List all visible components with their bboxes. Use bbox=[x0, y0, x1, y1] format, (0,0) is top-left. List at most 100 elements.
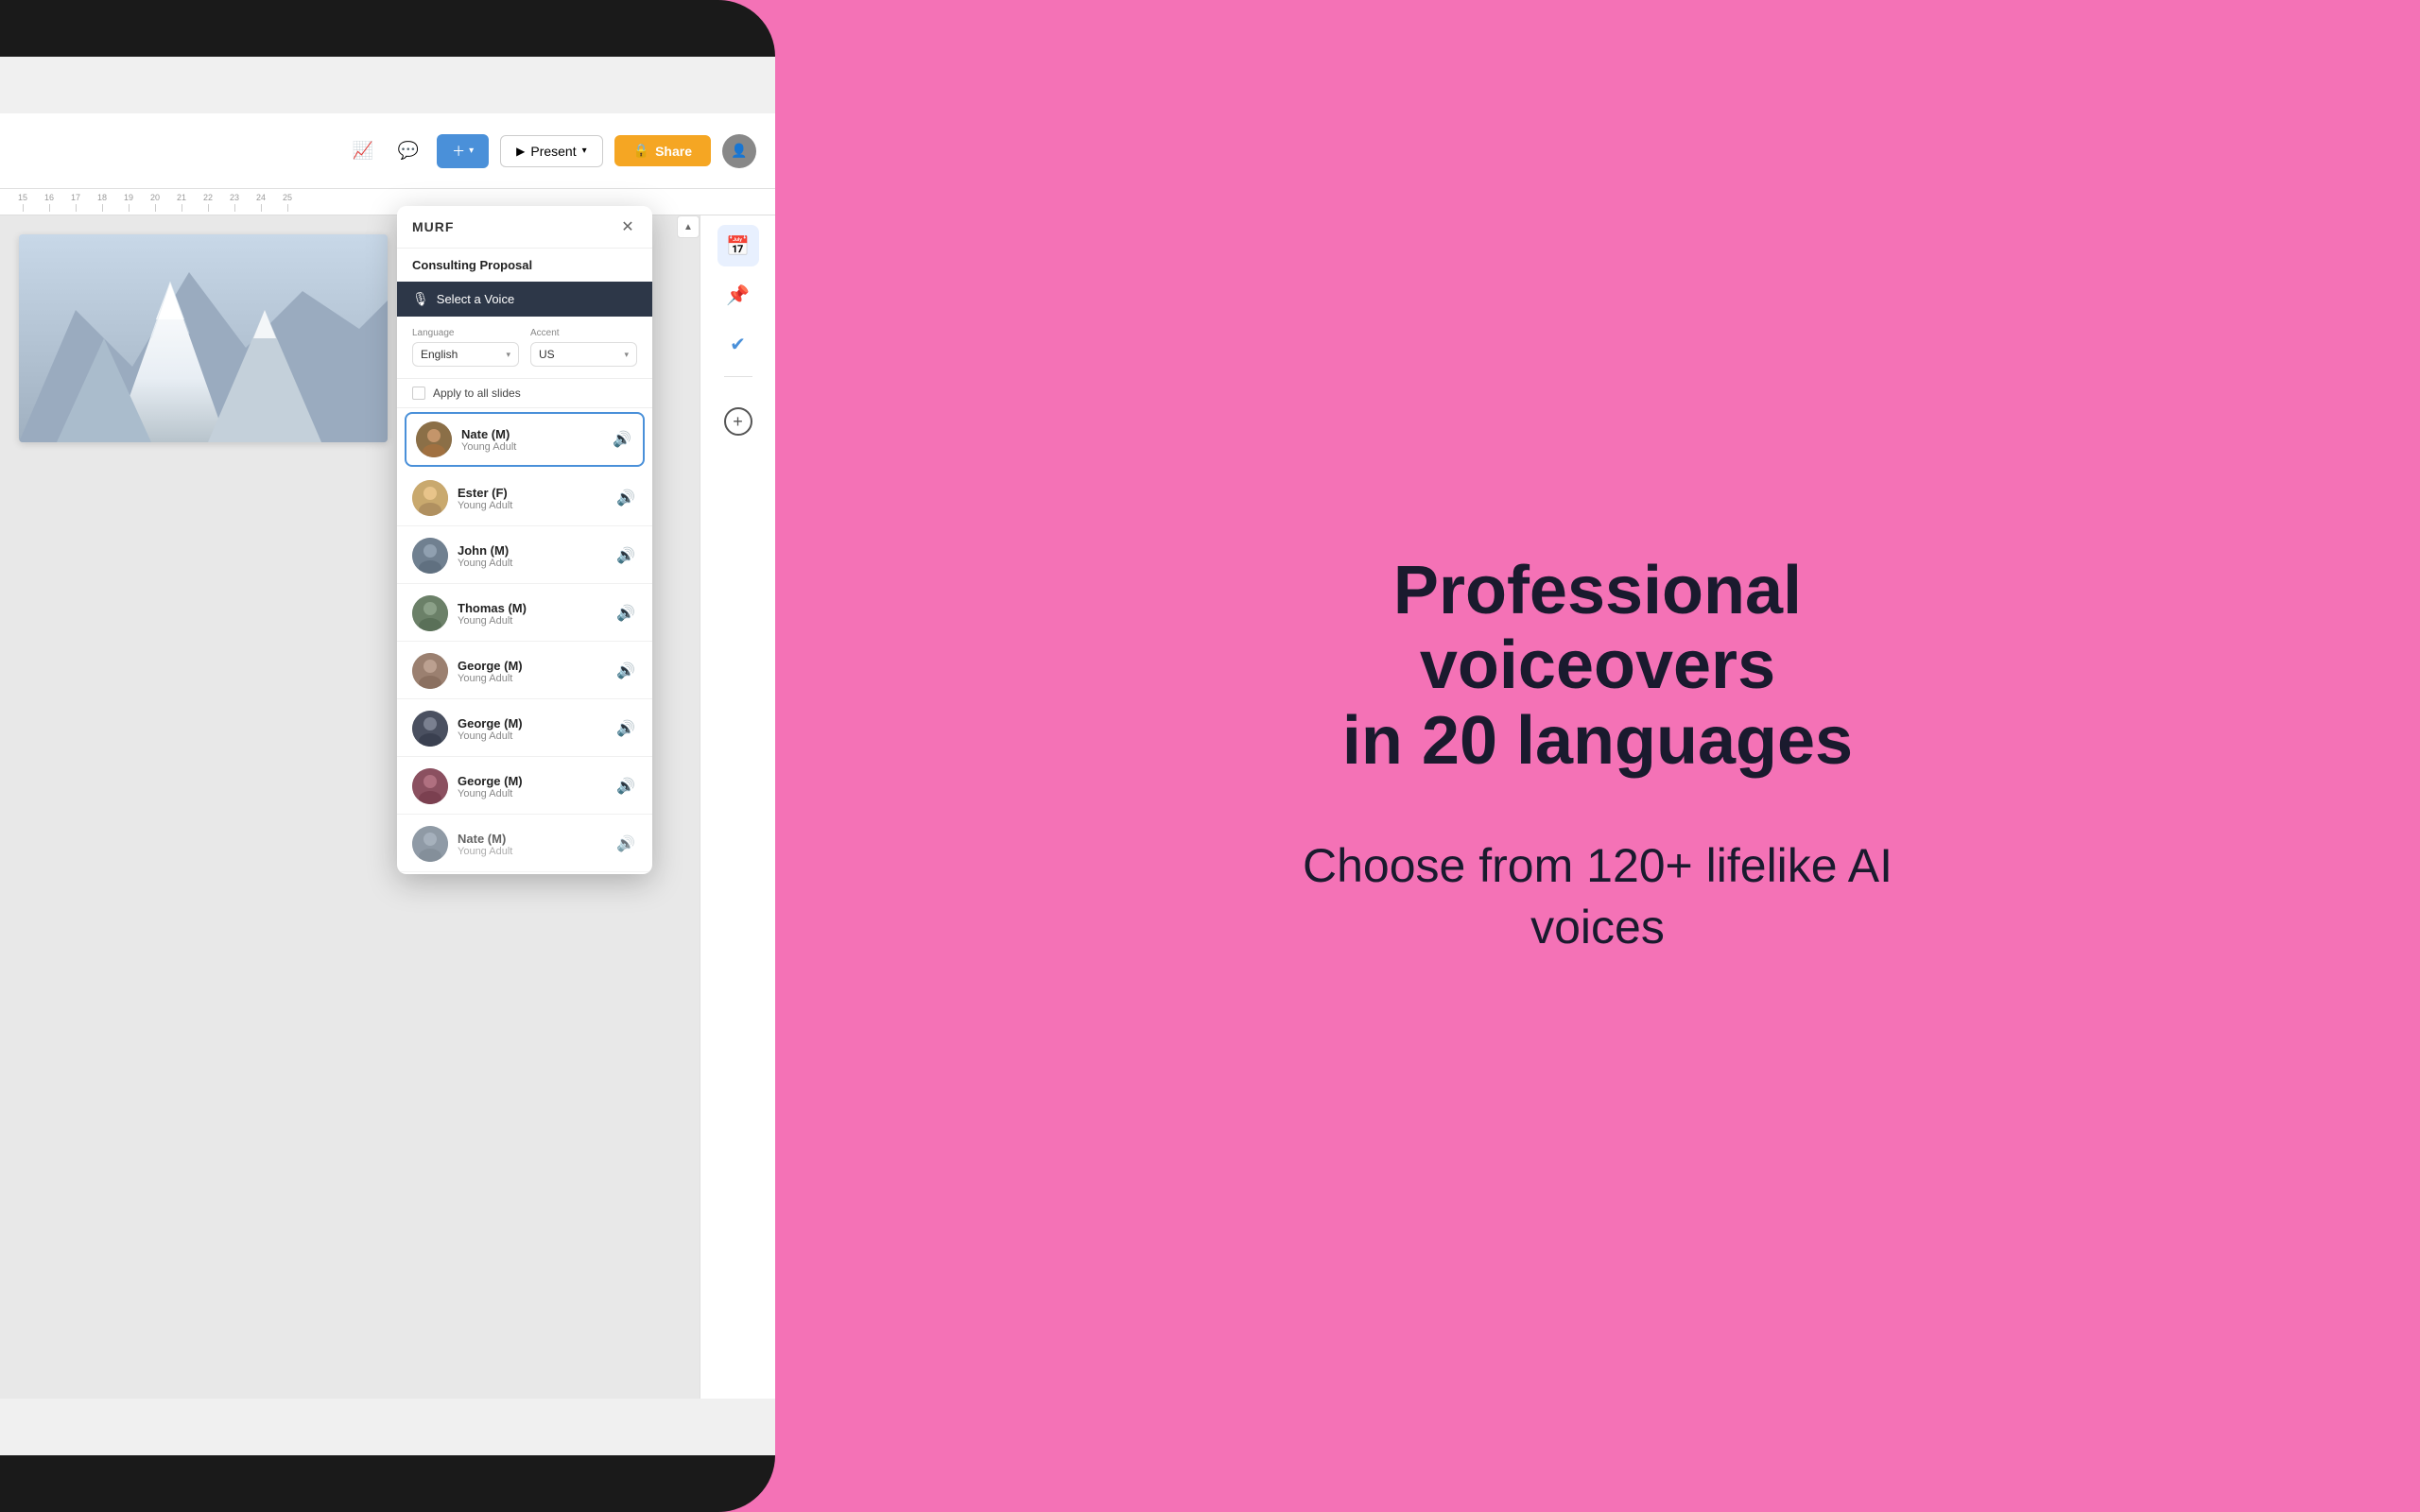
ruler-mark: 20 bbox=[142, 193, 168, 212]
voice-avatar bbox=[412, 538, 448, 574]
voice-play-button[interactable]: 🔊 bbox=[614, 544, 637, 567]
lock-icon: 🔒 bbox=[633, 143, 649, 159]
voice-play-button[interactable]: 🔊 bbox=[614, 775, 637, 798]
ruler-mark: 15 bbox=[9, 193, 36, 212]
user-avatar[interactable]: 👤 bbox=[722, 134, 756, 168]
voice-info: Ester (F) Young Adult bbox=[458, 486, 605, 511]
voice-play-button[interactable]: 🔊 bbox=[614, 602, 637, 625]
analytics-icon[interactable]: 📈 bbox=[346, 134, 380, 168]
mountain-illustration bbox=[19, 234, 388, 442]
headline-line1: Professional voiceovers bbox=[1393, 553, 1802, 703]
language-select[interactable]: English ▾ bbox=[412, 342, 519, 367]
voice-info: Thomas (M) Young Adult bbox=[458, 601, 605, 627]
present-label: Present bbox=[530, 144, 576, 159]
murf-modal: MURF ✕ Consulting Proposal 🎙 Select a Vo… bbox=[397, 206, 652, 874]
main-headline: Professional voiceovers in 20 languages bbox=[1267, 554, 1928, 779]
voice-name: Ester (F) bbox=[458, 486, 605, 500]
plus-icon: + bbox=[733, 412, 743, 432]
voice-info: George (M) Young Adult bbox=[458, 716, 605, 742]
voice-info: George (M) Young Adult bbox=[458, 659, 605, 684]
mic-icon: 🎙 bbox=[412, 291, 429, 307]
voice-item-nate-2[interactable]: Nate (M) Young Adult 🔊 bbox=[397, 816, 652, 872]
voice-name: George (M) bbox=[458, 774, 605, 788]
voice-list: Nate (M) Young Adult 🔊 bbox=[397, 408, 652, 874]
voice-item-george-1[interactable]: George (M) Young Adult 🔊 bbox=[397, 644, 652, 699]
ruler-marks: 15 16 17 18 19 20 21 22 23 24 25 bbox=[0, 193, 301, 212]
sidebar-divider-2 bbox=[724, 392, 752, 396]
voice-play-button[interactable]: 🔊 bbox=[614, 660, 637, 682]
voice-item-thomas[interactable]: Thomas (M) Young Adult 🔊 bbox=[397, 586, 652, 642]
close-button[interactable]: ✕ bbox=[618, 217, 637, 236]
plus-icon: ＋ bbox=[452, 142, 465, 161]
ruler: 15 16 17 18 19 20 21 22 23 24 25 bbox=[0, 189, 775, 215]
subtext-line1: Choose from 120+ lifelike AI bbox=[1303, 839, 1893, 892]
chevron-down-icon: ▾ bbox=[582, 146, 587, 156]
voice-item-john[interactable]: John (M) Young Adult 🔊 bbox=[397, 528, 652, 584]
voice-type: Young Adult bbox=[458, 500, 605, 511]
add-button[interactable]: ＋ ▾ bbox=[437, 134, 489, 168]
accent-filter: Accent US ▾ bbox=[530, 328, 637, 367]
chevron-down-icon: ▾ bbox=[506, 350, 510, 360]
sidebar-add-button[interactable]: + bbox=[724, 407, 752, 436]
voice-type: Young Adult bbox=[458, 558, 605, 569]
voice-avatar bbox=[412, 711, 448, 747]
sidebar-icon-check[interactable]: ✔ bbox=[717, 323, 759, 365]
voice-play-button[interactable]: 🔊 bbox=[614, 833, 637, 855]
ruler-mark: 16 bbox=[36, 193, 62, 212]
chevron-down-icon: ▾ bbox=[624, 350, 629, 360]
chevron-down-icon: ▾ bbox=[469, 146, 474, 156]
voice-name: Thomas (M) bbox=[458, 601, 605, 615]
sidebar-icon-calendar[interactable]: 📅 bbox=[717, 225, 759, 266]
select-voice-label: Select a Voice bbox=[437, 292, 514, 306]
voice-type: Young Adult bbox=[461, 441, 601, 453]
collapse-panel-button[interactable]: ▲ bbox=[677, 215, 700, 238]
voice-name: John (M) bbox=[458, 543, 605, 558]
slide-panel: Version 1.0 bbox=[19, 234, 388, 442]
language-filter: Language English ▾ bbox=[412, 328, 519, 367]
check-icon: ✔ bbox=[730, 333, 746, 356]
accent-select[interactable]: US ▾ bbox=[530, 342, 637, 367]
share-button[interactable]: 🔒 Share bbox=[614, 135, 711, 166]
language-label: Language bbox=[412, 328, 519, 338]
voice-item-george-2[interactable]: George (M) Young Adult 🔊 bbox=[397, 701, 652, 757]
voice-avatar bbox=[412, 826, 448, 862]
voice-play-button[interactable]: 🔊 bbox=[611, 428, 633, 451]
right-panel: Professional voiceovers in 20 languages … bbox=[775, 497, 2420, 1015]
voice-type: Young Adult bbox=[458, 730, 605, 742]
voice-filters: Language English ▾ Accent US ▾ bbox=[397, 317, 652, 379]
voice-play-button[interactable]: 🔊 bbox=[614, 487, 637, 509]
ruler-mark: 22 bbox=[195, 193, 221, 212]
voice-name: George (M) bbox=[458, 659, 605, 673]
sidebar-icon-note[interactable]: 📌 bbox=[717, 274, 759, 316]
sidebar-divider bbox=[724, 376, 752, 377]
chevron-up-icon: ▲ bbox=[683, 222, 693, 232]
language-value: English bbox=[421, 348, 458, 361]
voice-name: Nate (M) bbox=[458, 832, 605, 846]
apply-all-checkbox[interactable] bbox=[412, 387, 425, 400]
voice-name: Nate (M) bbox=[461, 427, 601, 441]
ruler-mark: 17 bbox=[62, 193, 89, 212]
present-button[interactable]: ▶ Present ▾ bbox=[500, 135, 603, 167]
voice-item-george-3[interactable]: George (M) Young Adult 🔊 bbox=[397, 759, 652, 815]
voice-type: Young Adult bbox=[458, 615, 605, 627]
voice-item-ester[interactable]: Ester (F) Young Adult 🔊 bbox=[397, 471, 652, 526]
voice-play-button[interactable]: 🔊 bbox=[614, 717, 637, 740]
voice-info: Nate (M) Young Adult bbox=[461, 427, 601, 453]
voice-avatar bbox=[412, 480, 448, 516]
voice-avatar bbox=[412, 768, 448, 804]
voice-info: Nate (M) Young Adult bbox=[458, 832, 605, 857]
voice-item-nate[interactable]: Nate (M) Young Adult 🔊 bbox=[405, 412, 645, 467]
ruler-mark: 25 bbox=[274, 193, 301, 212]
ruler-mark: 19 bbox=[115, 193, 142, 212]
apply-all-label: Apply to all slides bbox=[433, 387, 521, 400]
voice-type: Young Adult bbox=[458, 846, 605, 857]
laptop-mockup: 📈 💬 ＋ ▾ ▶ Present ▾ 🔒 Share 👤 bbox=[0, 0, 775, 1512]
apply-all-row: Apply to all slides bbox=[397, 379, 652, 408]
comments-icon[interactable]: 💬 bbox=[391, 134, 425, 168]
voice-type: Young Adult bbox=[458, 788, 605, 799]
voice-avatar bbox=[412, 653, 448, 689]
ruler-mark: 23 bbox=[221, 193, 248, 212]
headline-line2: in 20 languages bbox=[1342, 703, 1853, 779]
voice-info: George (M) Young Adult bbox=[458, 774, 605, 799]
murf-modal-header: MURF ✕ bbox=[397, 206, 652, 249]
